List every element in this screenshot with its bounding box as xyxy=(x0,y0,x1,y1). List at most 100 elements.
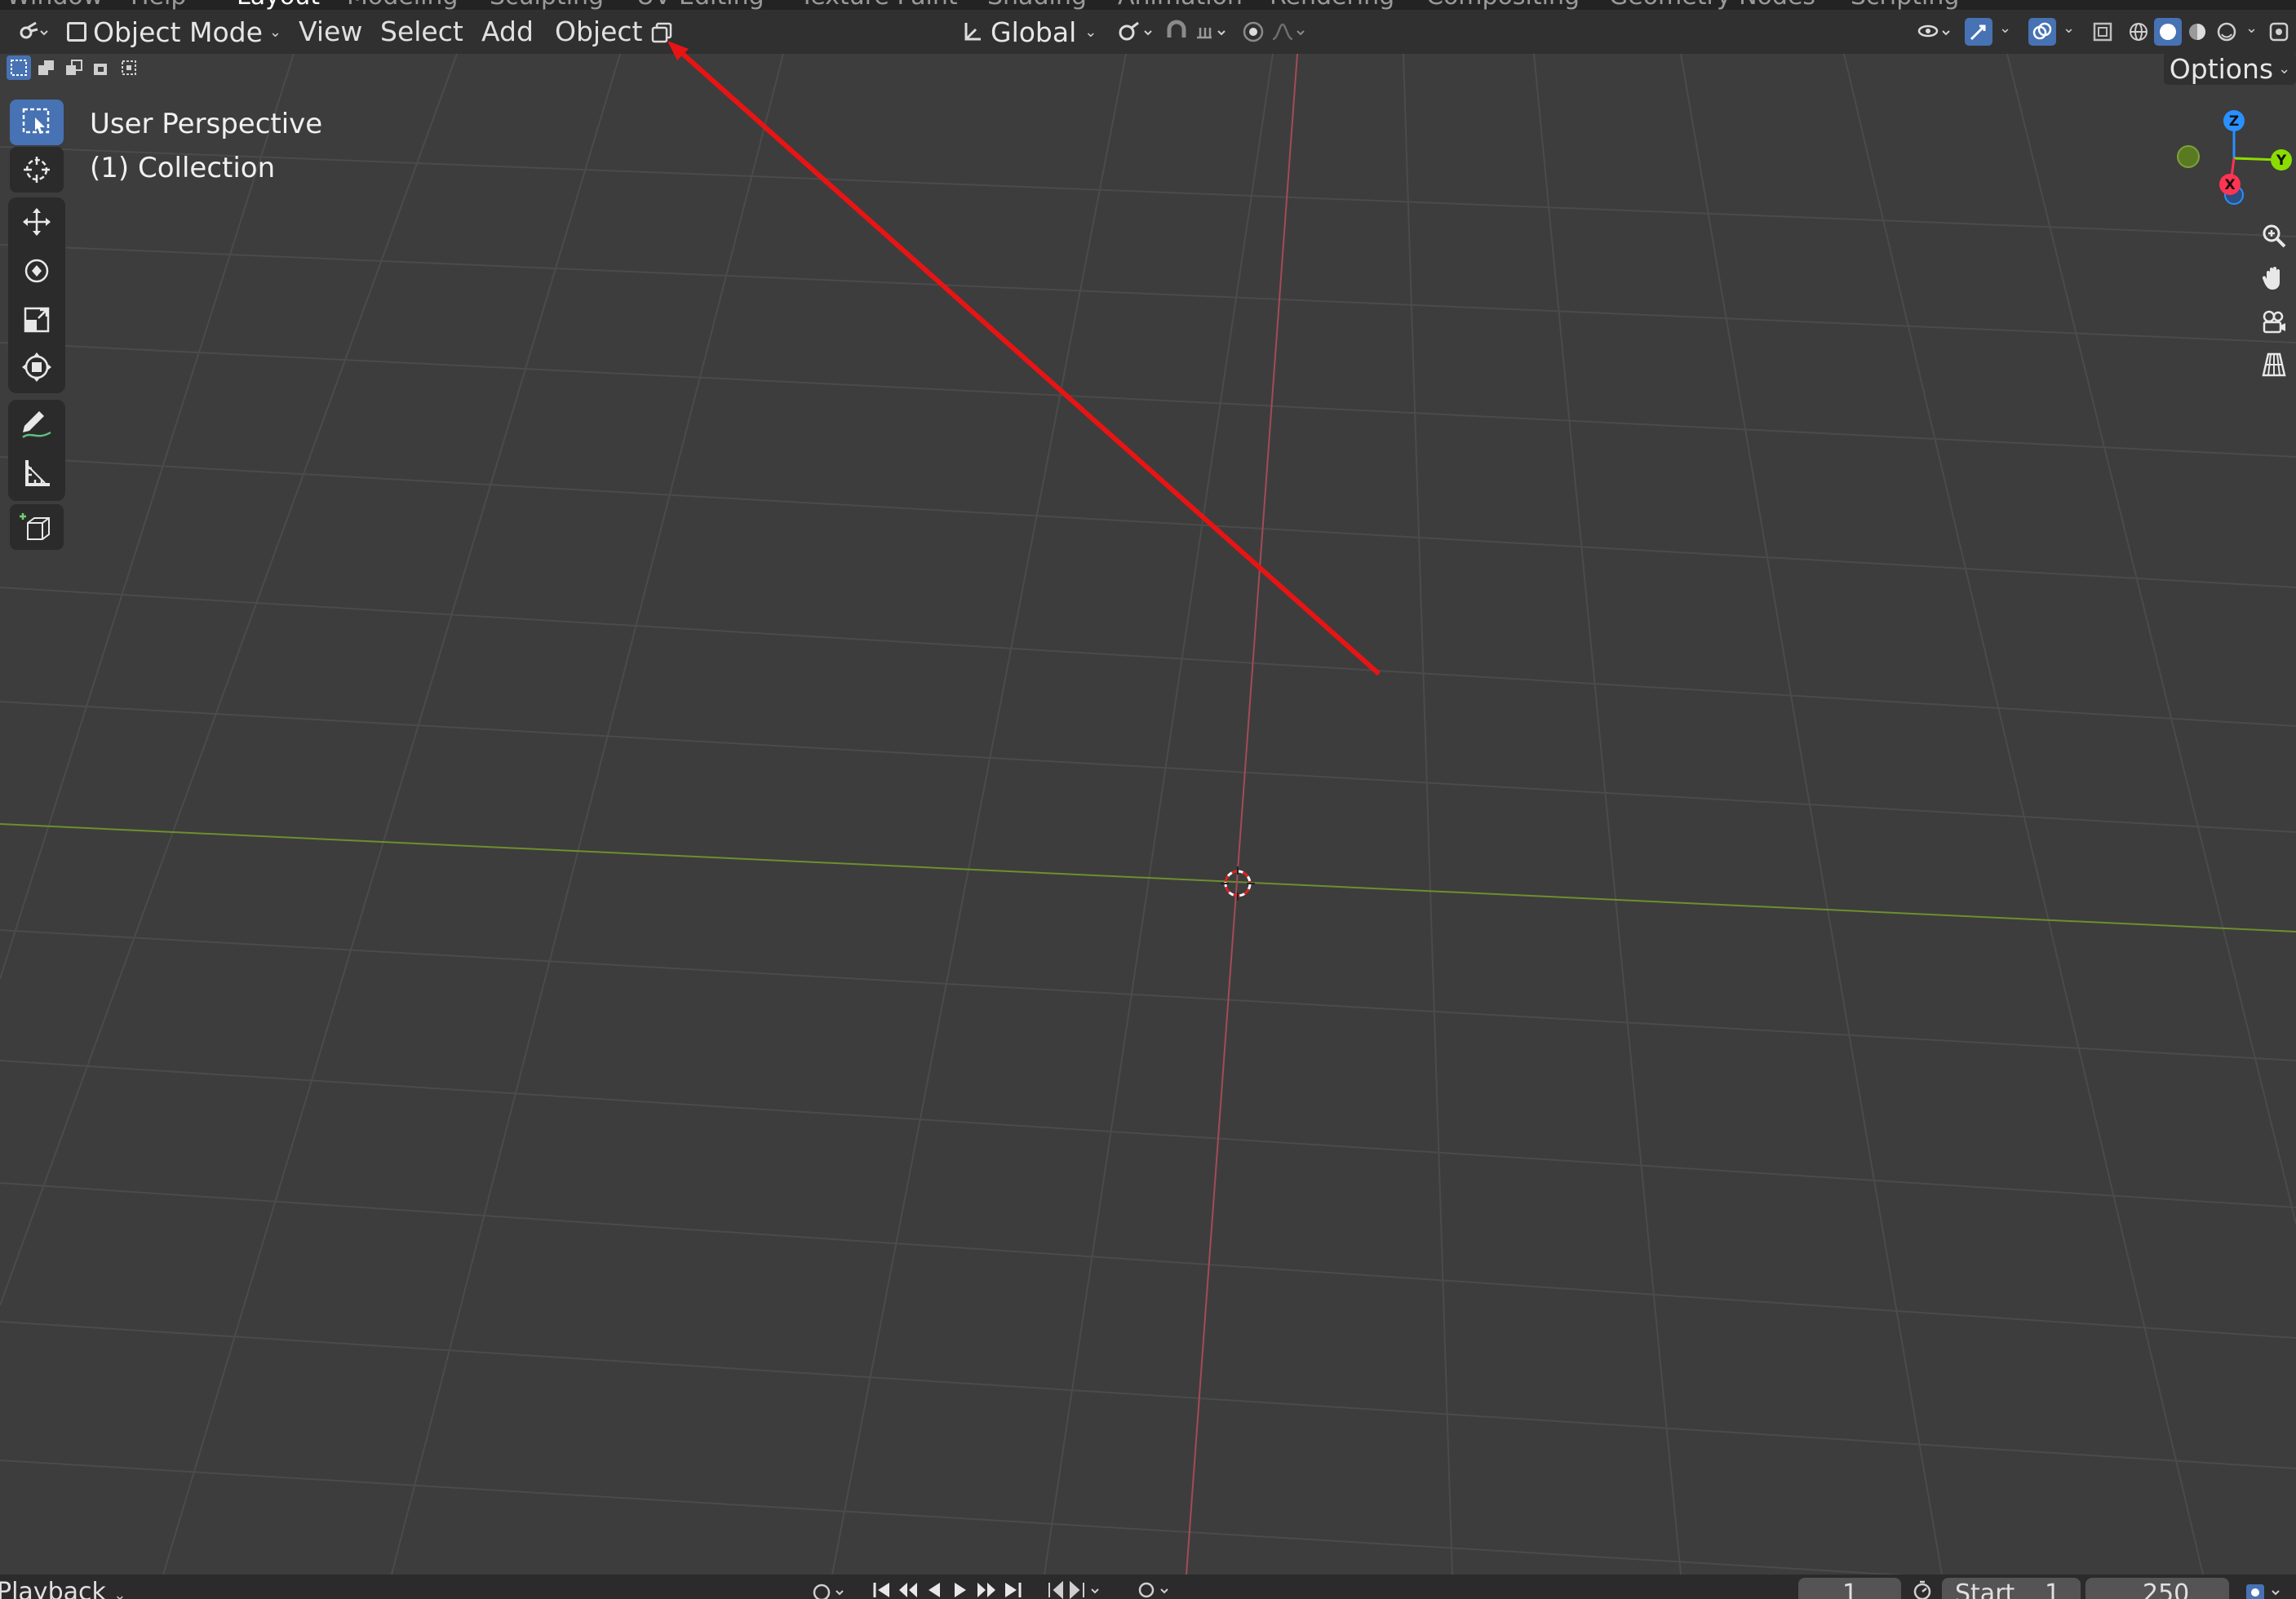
auto-keying-toggle[interactable] xyxy=(808,1579,857,1599)
tool-transform[interactable] xyxy=(10,344,64,390)
tool-add-cube[interactable] xyxy=(10,504,64,550)
jump-end-icon[interactable] xyxy=(1002,1579,1023,1599)
menu-add[interactable]: Add xyxy=(481,10,534,54)
tab-geometry-nodes[interactable]: Geometry Nodes xyxy=(1609,0,1815,10)
workspace-tab-bar: Window Help Layout Modeling Sculpting UV… xyxy=(0,0,2296,10)
menu-window[interactable]: Window xyxy=(7,0,103,10)
y-axis-line xyxy=(0,823,2296,932)
select-new-icon xyxy=(11,60,27,76)
menu-view[interactable]: View xyxy=(299,10,362,54)
mode-label: Object Mode xyxy=(93,16,263,48)
nav-camera-button[interactable] xyxy=(2255,303,2293,341)
options-label: Options xyxy=(2169,52,2274,85)
start-frame-field[interactable]: Start 1 xyxy=(1942,1578,2081,1599)
perspective-grid-icon xyxy=(2262,352,2286,377)
chevron-down-icon: ⌄ xyxy=(2278,60,2291,78)
tab-texture-paint[interactable]: Texture Paint xyxy=(800,0,958,10)
tab-shading[interactable]: Shading xyxy=(987,0,1087,10)
perspective-label: User Perspective xyxy=(90,108,323,140)
material-sphere-icon xyxy=(2189,24,2205,40)
select-subtract-button[interactable] xyxy=(62,55,86,80)
keying-icon xyxy=(1138,1582,1168,1598)
xray-toggle[interactable] xyxy=(2089,18,2116,46)
gizmo-toggle[interactable] xyxy=(1965,18,1992,46)
annotate-pencil-icon xyxy=(22,411,51,439)
end-frame-field[interactable]: 250 xyxy=(2085,1578,2229,1599)
select-extend-button[interactable] xyxy=(34,55,59,80)
menu-help[interactable]: Help xyxy=(131,0,186,10)
select-intersect-button[interactable] xyxy=(117,55,142,80)
options-dropdown[interactable]: Options ⌄ xyxy=(2164,52,2296,85)
play-icon[interactable] xyxy=(950,1579,971,1599)
select-intersect-icon xyxy=(122,60,136,75)
nav-zoom-button[interactable] xyxy=(2255,217,2293,255)
next-keyframe-icon[interactable] xyxy=(976,1579,997,1599)
gizmo-x-label: X xyxy=(2224,177,2235,193)
tab-compositing[interactable]: Compositing xyxy=(1426,0,1580,10)
add-cube-icon xyxy=(20,513,50,540)
tool-scale[interactable] xyxy=(10,297,64,343)
tab-animation[interactable]: Animation xyxy=(1118,0,1243,10)
move-icon xyxy=(23,208,51,236)
cursor-icon xyxy=(24,157,50,183)
nav-perspective-toggle[interactable] xyxy=(2255,346,2293,383)
tab-layout[interactable]: Layout xyxy=(237,0,320,10)
nav-pan-button[interactable] xyxy=(2255,259,2293,297)
overlays-toggle[interactable] xyxy=(2028,18,2056,46)
timeline-view-dropdown[interactable] xyxy=(2242,1579,2293,1599)
xray-icon xyxy=(2093,22,2112,42)
prev-keyframe-icon[interactable] xyxy=(898,1579,919,1599)
timeline-header: Playback ⌄ 1 Start 1 250 xyxy=(0,1575,2296,1599)
shading-material-button[interactable] xyxy=(2183,18,2211,46)
object-mode-icon xyxy=(67,22,86,42)
tool-cursor[interactable] xyxy=(10,147,64,193)
gizmo-z-label: Z xyxy=(2229,113,2239,130)
gizmo-dropdown-chevron-icon[interactable]: ⌄ xyxy=(1999,20,2011,37)
shading-wireframe-button[interactable] xyxy=(2125,18,2152,46)
solid-sphere-icon xyxy=(2160,24,2176,40)
playback-menu[interactable]: Playback ⌄ xyxy=(0,1578,126,1599)
selectability-visibility-dropdown[interactable] xyxy=(1916,18,1957,46)
rendered-sphere-icon xyxy=(2217,22,2236,42)
keyframe-nav-buttons[interactable] xyxy=(1044,1578,1110,1599)
tab-uv-editing[interactable]: UV Editing xyxy=(636,0,765,10)
transform-icon xyxy=(22,352,51,382)
select-invert-button[interactable] xyxy=(90,55,114,80)
menu-select[interactable]: Select xyxy=(380,10,463,54)
start-frame-value: 1 xyxy=(2045,1579,2061,1599)
keyframe-jump-icon xyxy=(1048,1580,1099,1599)
editor-type-icon xyxy=(20,21,48,39)
sidebar-toggle[interactable] xyxy=(2265,18,2293,46)
tool-annotate[interactable] xyxy=(10,401,64,447)
jump-start-icon[interactable] xyxy=(871,1579,893,1599)
start-label: Start xyxy=(1955,1579,2015,1599)
tool-move[interactable] xyxy=(10,199,64,245)
tab-modeling[interactable]: Modeling xyxy=(347,0,458,10)
select-new-button[interactable] xyxy=(7,55,31,80)
preview-range-toggle[interactable] xyxy=(1906,1578,1939,1599)
tool-select-box[interactable] xyxy=(10,100,64,145)
scale-icon xyxy=(24,307,50,333)
navigation-gizmo[interactable]: Z Y X xyxy=(2170,101,2296,215)
tab-sculpting[interactable]: Sculpting xyxy=(490,0,604,10)
menu-object[interactable]: Object xyxy=(555,10,642,54)
mode-dropdown[interactable]: Object Mode ⌄ xyxy=(64,16,286,48)
stopwatch-icon xyxy=(1913,1580,1931,1599)
keying-set-dropdown[interactable] xyxy=(1132,1578,1181,1599)
tab-scripting[interactable]: Scripting xyxy=(1851,0,1959,10)
selection-mode-group xyxy=(7,55,145,82)
tab-rendering[interactable]: Rendering xyxy=(1270,0,1394,10)
shading-solid-button[interactable] xyxy=(2154,18,2182,46)
play-reverse-icon[interactable] xyxy=(924,1579,945,1599)
tool-measure[interactable] xyxy=(10,450,64,496)
pan-hand-icon xyxy=(2262,267,2280,290)
eye-pointer-icon xyxy=(1917,24,1950,38)
tool-rotate[interactable] xyxy=(10,248,64,294)
overlays-icon xyxy=(2032,22,2052,40)
editor-type-button[interactable] xyxy=(11,16,54,47)
current-frame-field[interactable]: 1 xyxy=(1798,1578,1901,1599)
shading-rendered-button[interactable] xyxy=(2213,18,2241,46)
overlays-dropdown-chevron-icon[interactable]: ⌄ xyxy=(2063,20,2075,37)
3d-cursor-icon[interactable] xyxy=(1221,866,1255,901)
shading-dropdown-chevron-icon[interactable]: ⌄ xyxy=(2245,20,2258,37)
